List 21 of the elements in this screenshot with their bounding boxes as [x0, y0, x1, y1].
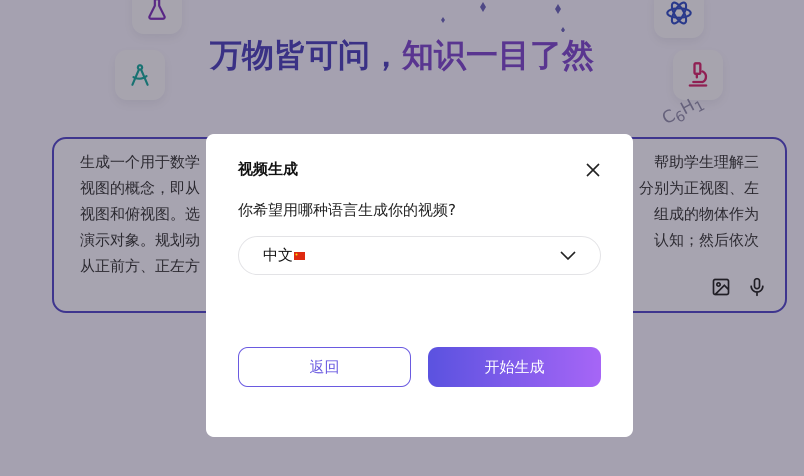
prompt-text-line: 帮助学生理解三	[653, 152, 759, 173]
dialog-question: 你希望用哪种语言生成你的视频?	[238, 201, 457, 220]
prompt-text-line: 从正前方、正左方	[80, 256, 200, 277]
prompt-text-line: 视图的概念，即从	[80, 178, 200, 199]
headline-text: 知识一目了然	[402, 36, 594, 74]
dialog-title: 视频生成	[238, 160, 298, 179]
headline-text: 万物皆可问，	[210, 36, 402, 74]
prompt-text-line: 演示对象。规划动	[80, 230, 200, 251]
prompt-text-line: 组成的物体作为	[653, 204, 759, 225]
prompt-text-line: 分别为正视图、左	[639, 178, 759, 199]
back-button[interactable]: 返回	[238, 347, 411, 387]
atom-icon	[665, 0, 693, 27]
image-icon[interactable]	[711, 277, 731, 297]
language-dropdown[interactable]: 中文	[238, 236, 601, 275]
prompt-text-line: 认知；然后依次	[653, 230, 759, 251]
flag-icon	[294, 252, 305, 260]
prompt-text-line: 视图和俯视图。选	[80, 204, 200, 225]
start-button[interactable]: 开始生成	[428, 347, 601, 387]
close-icon[interactable]	[585, 162, 601, 178]
chevron-down-icon	[560, 250, 576, 260]
prompt-text-line: 生成一个用于数学	[80, 152, 200, 173]
